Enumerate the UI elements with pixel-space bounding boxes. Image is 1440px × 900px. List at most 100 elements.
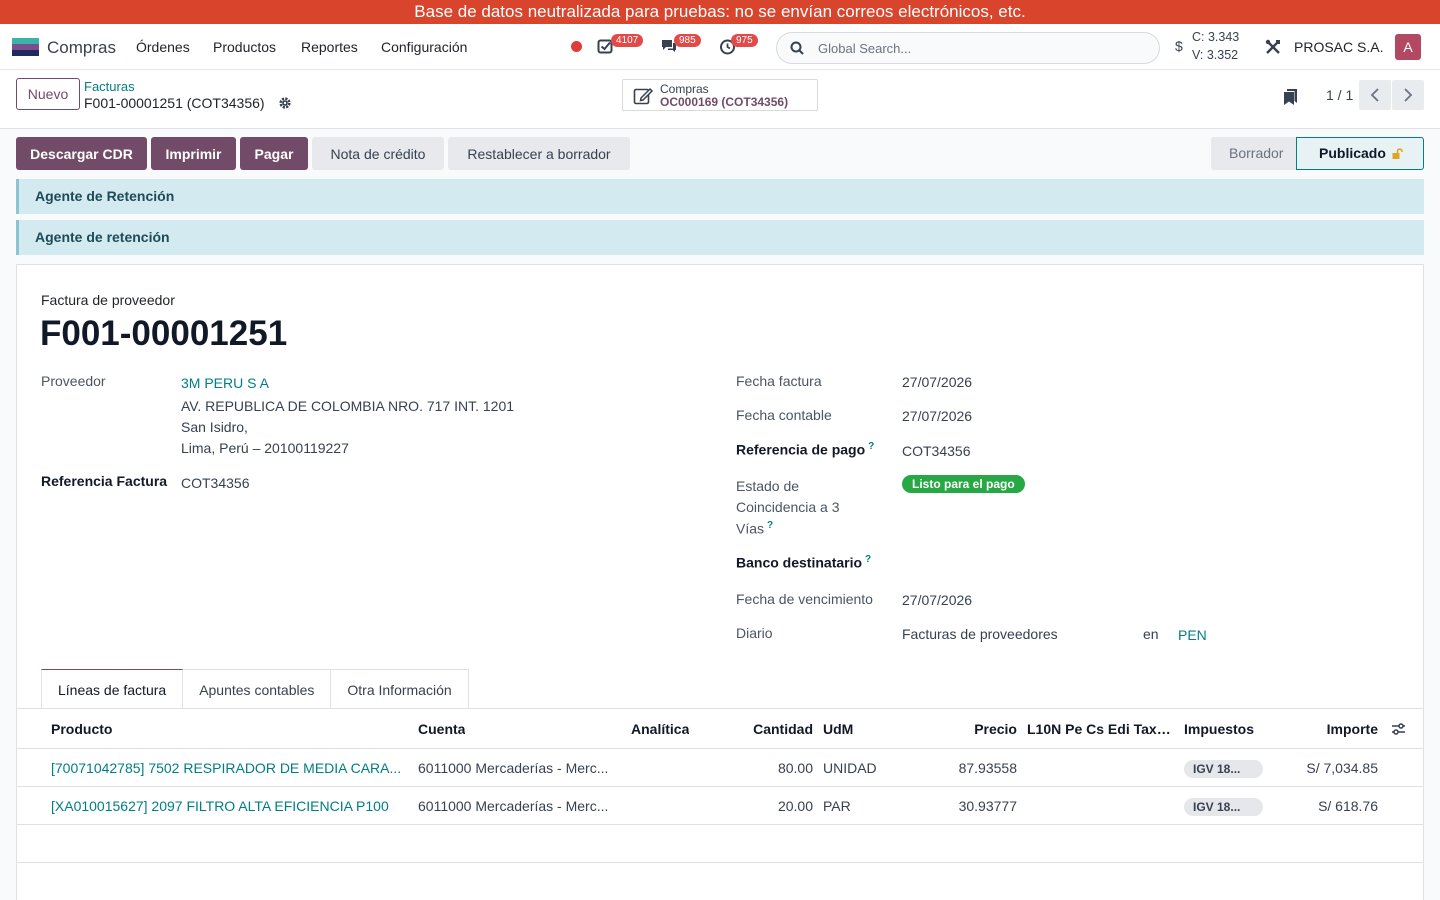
new-button[interactable]: Nuevo [16, 78, 80, 110]
recipient-bank-label-text: Banco destinatario [736, 554, 863, 571]
match-status-label-line-3: Vías? [736, 520, 773, 537]
vendor-address-line-3: Lima, Perú – 20100119227 [181, 440, 349, 456]
invoice-number: F001-00001251 [40, 314, 288, 353]
vendor-label: Proveedor [41, 373, 106, 389]
menu-reportes[interactable]: Reportes [301, 39, 358, 55]
line-uom[interactable]: PAR [823, 798, 851, 814]
tab-other-info[interactable]: Otra Información [330, 669, 469, 709]
edit-document-icon [633, 87, 654, 105]
exchange-rate-buy: C: 3.343 [1192, 30, 1240, 44]
recording-dot-icon[interactable] [571, 41, 582, 52]
line-tax-badge[interactable]: IGV 18... [1184, 798, 1263, 816]
timer-count-badge: 975 [731, 34, 758, 47]
line-tax-badge[interactable]: IGV 18... [1184, 760, 1263, 778]
control-panel: Nuevo Facturas F001-00001251 (COT34356) … [0, 70, 1440, 129]
download-cdr-button[interactable]: Descargar CDR [16, 137, 147, 170]
due-date-field[interactable]: 27/07/2026 [902, 592, 972, 608]
invoice-reference-field[interactable]: COT34356 [181, 475, 249, 491]
line-quantity[interactable]: 20.00 [717, 798, 813, 814]
column-amount[interactable]: Importe [1277, 721, 1378, 737]
vendor-address-line-2: San Isidro, [181, 419, 248, 435]
exchange-rate-sell: V: 3.352 [1192, 48, 1239, 62]
app-logo-icon[interactable] [12, 38, 39, 56]
journal-field[interactable]: Facturas de proveedores [902, 626, 1058, 642]
column-taxes[interactable]: Impuestos [1184, 721, 1254, 737]
accounting-date-field[interactable]: 27/07/2026 [902, 408, 972, 424]
user-avatar[interactable]: A [1395, 34, 1421, 60]
line-amount: S/ 7,034.85 [1306, 760, 1378, 776]
activity-count-badge: 4107 [611, 34, 644, 47]
due-date-label: Fecha de vencimiento [736, 591, 873, 607]
line-quantity[interactable]: 80.00 [717, 760, 813, 776]
line-account[interactable]: 6011000 Mercaderías - Merc... [418, 798, 624, 814]
accounting-date-label: Fecha contable [736, 407, 832, 423]
pay-button[interactable]: Pagar [240, 137, 308, 170]
payment-reference-label-text: Referencia de pago [736, 441, 866, 458]
line-uom[interactable]: UNIDAD [823, 760, 877, 776]
line-price[interactable]: 30.93777 [917, 798, 1017, 814]
column-analytic[interactable]: Analítica [631, 721, 689, 737]
pager-next-button[interactable] [1392, 80, 1424, 110]
tabs-divider [17, 708, 1423, 709]
recipient-bank-label: Banco destinatario? [736, 554, 871, 571]
purchase-order-smart-button[interactable]: Compras OC000169 (COT34356) [622, 79, 818, 111]
messages-count-badge: 985 [674, 34, 701, 47]
column-uom[interactable]: UdM [823, 721, 853, 737]
invoice-form-sheet: Factura de proveedor F001-00001251 Prove… [16, 264, 1424, 900]
bookmark-icon[interactable] [1283, 88, 1299, 106]
column-quantity[interactable]: Cantidad [717, 721, 813, 737]
column-product[interactable]: Producto [51, 721, 112, 737]
line-product[interactable]: [70071042785] 7502 RESPIRADOR DE MEDIA C… [51, 760, 409, 776]
global-search[interactable] [776, 32, 1160, 64]
credit-note-button[interactable]: Nota de crédito [312, 137, 444, 170]
row-divider [17, 862, 1423, 863]
row-divider [17, 824, 1423, 825]
gear-icon[interactable] [278, 96, 292, 110]
company-switcher[interactable]: PROSAC S.A. [1294, 39, 1383, 55]
invoice-date-field[interactable]: 27/07/2026 [902, 374, 972, 390]
tab-invoice-lines[interactable]: Líneas de factura [41, 669, 184, 710]
document-type: Factura de proveedor [41, 292, 175, 308]
stage-posted[interactable]: Publicado [1296, 137, 1424, 170]
header-divider [17, 748, 1423, 749]
tab-journal-items[interactable]: Apuntes contables [182, 669, 332, 709]
search-input[interactable] [818, 39, 1148, 57]
payment-reference-field[interactable]: COT34356 [902, 443, 970, 459]
currency-link[interactable]: PEN [1178, 627, 1207, 643]
journal-label: Diario [736, 625, 773, 641]
menu-configuracion[interactable]: Configuración [381, 39, 467, 55]
print-button[interactable]: Imprimir [151, 137, 236, 170]
column-edi-tax[interactable]: L10N Pe Cs Edi Tax ... [1027, 721, 1172, 737]
help-icon[interactable]: ? [767, 520, 773, 531]
menu-ordenes[interactable]: Órdenes [136, 39, 190, 55]
debug-tools-icon[interactable] [1264, 38, 1282, 56]
breadcrumb-current: F001-00001251 (COT34356) [84, 95, 265, 111]
chevron-right-icon [1404, 88, 1413, 102]
search-icon [790, 41, 804, 55]
menu-productos[interactable]: Productos [213, 39, 276, 55]
breadcrumb-facturas[interactable]: Facturas [84, 79, 135, 94]
match-status-label-line-2: Coincidencia a 3 [736, 499, 840, 515]
app-name[interactable]: Compras [47, 38, 116, 58]
line-product[interactable]: [XA010015627] 2097 FILTRO ALTA EFICIENCI… [51, 798, 409, 814]
help-icon[interactable]: ? [868, 441, 874, 452]
help-icon[interactable]: ? [865, 554, 871, 565]
column-price[interactable]: Precio [917, 721, 1017, 737]
stage-draft[interactable]: Borrador [1211, 137, 1305, 170]
match-status-badge: Listo para el pago [902, 475, 1025, 493]
notebook-tabs: Líneas de factura Apuntes contables Otra… [41, 669, 469, 710]
column-account[interactable]: Cuenta [418, 721, 465, 737]
reset-to-draft-button[interactable]: Restablecer a borrador [448, 137, 630, 170]
vendor-link[interactable]: 3M PERU S A [181, 375, 269, 391]
pager-previous-button[interactable] [1359, 80, 1391, 110]
journal-in-label: en [1143, 626, 1159, 642]
alert-retention-agent: Agente de Retención [16, 179, 1424, 214]
optional-columns-icon[interactable] [1391, 722, 1406, 736]
test-database-banner: Base de datos neutralizada para pruebas:… [0, 0, 1440, 24]
top-navbar: Compras Órdenes Productos Reportes Confi… [0, 24, 1440, 70]
smart-button-title: Compras [660, 82, 709, 96]
line-price[interactable]: 87.93558 [917, 760, 1017, 776]
line-amount: S/ 618.76 [1318, 798, 1378, 814]
pager-value[interactable]: 1 / 1 [1326, 87, 1353, 103]
line-account[interactable]: 6011000 Mercaderías - Merc... [418, 760, 624, 776]
